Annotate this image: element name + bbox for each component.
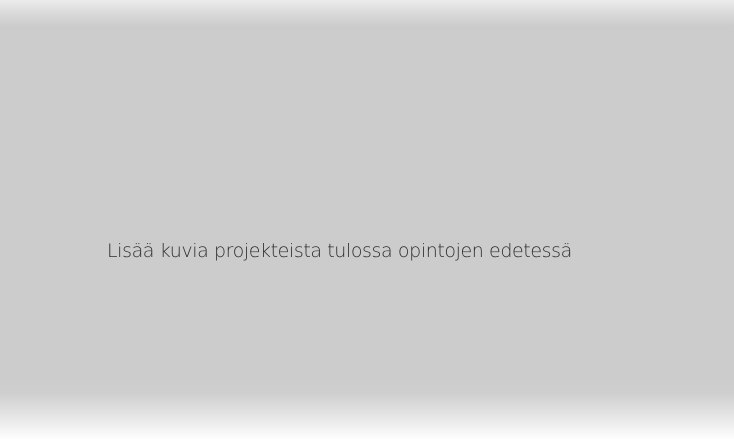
- page: Lisää kuvia projekteista tulossa opintoj…: [0, 0, 734, 440]
- placeholder-message: Lisää kuvia projekteista tulossa opintoj…: [107, 240, 572, 262]
- placeholder-panel: Lisää kuvia projekteista tulossa opintoj…: [0, 0, 734, 405]
- top-shadow-fade: [0, 0, 734, 26]
